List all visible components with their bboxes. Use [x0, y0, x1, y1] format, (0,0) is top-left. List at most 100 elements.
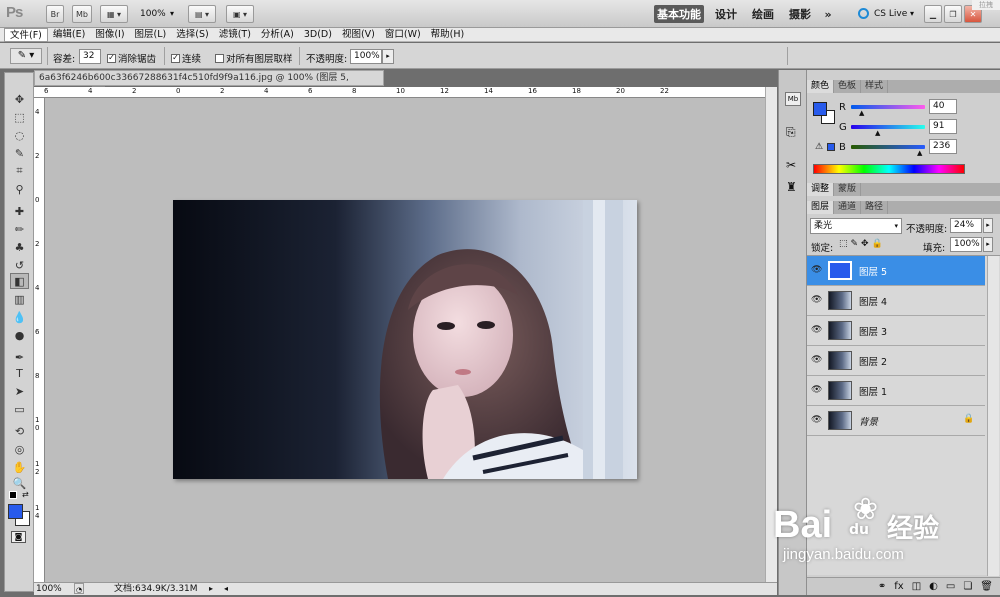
visibility-eye-icon[interactable]: 👁 [811, 265, 822, 276]
layer-row-3[interactable]: 👁 图层 3 [807, 316, 985, 346]
fill-input[interactable]: 100% [950, 237, 982, 252]
lock-icons[interactable]: ⬚✎✥🔒 [839, 239, 886, 249]
contiguous-checkbox[interactable]: ✓ [171, 53, 180, 63]
blur-tool-icon[interactable]: 💧 [10, 309, 29, 325]
shape-tool-icon[interactable]: ▭ [10, 401, 29, 417]
b-slider-handle-icon[interactable]: ▲ [917, 149, 922, 157]
layer-style-icon[interactable]: fx [894, 581, 903, 592]
layer-row-4[interactable]: 👁 图层 4 [807, 286, 985, 316]
document-tab[interactable]: 6a63f6246b600c33667288631f4c510fd9f9a116… [34, 70, 384, 97]
g-channel-slider[interactable] [851, 125, 925, 129]
hand-tool-icon[interactable]: ✋ [10, 459, 29, 475]
swap-colors-icon[interactable]: ⇄ [22, 490, 29, 499]
tab-channels[interactable]: 通道 [834, 201, 862, 214]
more-workspaces-button[interactable]: » [820, 5, 836, 23]
status-menu-icon[interactable]: ▸ [209, 583, 213, 595]
opacity-slider-toggle-icon[interactable]: ▸ [382, 49, 394, 64]
mini-bridge-panel-icon[interactable]: Mb [785, 92, 801, 106]
view-extras-button[interactable]: ▦ ▾ [100, 5, 128, 23]
sample-all-layers-checkbox[interactable] [215, 53, 224, 63]
menu-window[interactable]: 窗口(W) [380, 28, 426, 42]
menu-filter[interactable]: 滤镜(T) [214, 28, 256, 42]
adjustment-layer-icon[interactable]: ◐ [929, 581, 938, 592]
new-layer-icon[interactable]: ❏ [963, 581, 972, 592]
default-colors-icon[interactable] [9, 491, 17, 499]
layer-row-5[interactable]: 👁 图层 5 [807, 256, 985, 286]
cs-live-dropdown-icon[interactable]: ▾ [910, 9, 914, 18]
antialias-option[interactable]: ✓ 消除锯齿 [107, 51, 156, 65]
restore-button[interactable]: ❐ [944, 5, 962, 23]
visibility-eye-icon[interactable]: 👁 [811, 355, 822, 366]
layers-scrollbar[interactable] [987, 256, 999, 576]
visibility-eye-icon[interactable]: 👁 [811, 325, 822, 336]
tab-styles[interactable]: 样式 [861, 80, 889, 93]
tab-adjustments[interactable]: 调整 [807, 183, 835, 196]
b-channel-input[interactable]: 236 [929, 139, 957, 154]
layer-row-background[interactable]: 👁 背景 🔒 [807, 406, 985, 436]
gamut-color-swatch[interactable] [827, 143, 835, 151]
tab-paths[interactable]: 路径 [861, 201, 889, 214]
status-info-icon[interactable]: ◔ [74, 583, 84, 594]
visibility-eye-icon[interactable]: 👁 [811, 415, 822, 426]
zoom-level-display[interactable]: 100% [140, 9, 166, 19]
workspace-painting[interactable]: 绘画 [749, 5, 777, 23]
color-panel-foreground-swatch[interactable] [813, 102, 827, 116]
menu-layer[interactable]: 图层(L) [130, 28, 172, 42]
layer-opacity-input[interactable]: 24% [950, 218, 982, 233]
b-channel-slider[interactable] [851, 145, 925, 149]
workspace-essentials[interactable]: 基本功能 [654, 5, 704, 23]
type-tool-icon[interactable]: T [10, 365, 29, 381]
path-selection-tool-icon[interactable]: ➤ [10, 383, 29, 399]
tolerance-input[interactable]: 32 [79, 49, 101, 64]
foreground-color-swatch[interactable] [8, 504, 23, 519]
healing-brush-tool-icon[interactable]: ✚ [10, 203, 29, 219]
workspace-photography[interactable]: 摄影 [786, 5, 814, 23]
tab-layers[interactable]: 图层 [807, 201, 835, 214]
tool-preset-picker[interactable]: ✎ ▾ [10, 48, 42, 64]
r-channel-input[interactable]: 40 [929, 99, 957, 114]
scroll-left-icon[interactable]: ◂ [224, 583, 228, 595]
marquee-tool-icon[interactable]: ⬚ [10, 109, 29, 125]
clone-stamp-tool-icon[interactable]: ♣ [10, 239, 29, 255]
zoom-tool-icon[interactable]: 🔍 [10, 475, 29, 491]
mini-bridge-button[interactable]: Mb [72, 5, 92, 23]
eyedropper-tool-icon[interactable]: ⚲ [10, 181, 29, 197]
antialias-checkbox[interactable]: ✓ [107, 53, 116, 63]
tab-masks[interactable]: 蒙版 [834, 183, 862, 196]
delete-layer-icon[interactable]: 🗑 [980, 581, 993, 592]
document-image[interactable] [173, 200, 637, 479]
fill-slider-icon[interactable]: ▸ [983, 237, 993, 252]
zoom-dropdown-icon[interactable]: ▾ [170, 9, 174, 18]
3d-rotate-tool-icon[interactable]: ⟲ [10, 423, 29, 439]
dodge-tool-icon[interactable]: ● [10, 327, 29, 343]
out-of-gamut-warning-icon[interactable]: ⚠ [815, 142, 823, 152]
menu-view[interactable]: 视图(V) [337, 28, 380, 42]
lasso-tool-icon[interactable]: ◌ [10, 127, 29, 143]
quick-mask-icon[interactable]: ◙ [11, 531, 26, 543]
tab-swatches[interactable]: 色板 [834, 80, 862, 93]
arrange-documents-button[interactable]: ▤ ▾ [188, 5, 216, 23]
menu-file[interactable]: 文件(F) [4, 27, 48, 42]
menu-analysis[interactable]: 分析(A) [256, 28, 299, 42]
crop-tool-icon[interactable]: ⌗ [10, 163, 29, 179]
quick-selection-tool-icon[interactable]: ✎ [10, 145, 29, 161]
3d-orbit-tool-icon[interactable]: ◎ [10, 441, 29, 457]
menu-edit[interactable]: 编辑(E) [48, 28, 90, 42]
color-spectrum-ramp[interactable] [813, 164, 965, 174]
visibility-eye-icon[interactable]: 👁 [811, 295, 822, 306]
blend-mode-select[interactable]: 柔光 ▾ [810, 218, 902, 234]
history-panel-icon[interactable]: ⎘ [786, 125, 796, 140]
workspace-design[interactable]: 设计 [712, 5, 740, 23]
screen-mode-button[interactable]: ▣ ▾ [226, 5, 254, 23]
cs-live-label[interactable]: CS Live [874, 9, 907, 19]
contiguous-option[interactable]: ✓ 连续 [171, 51, 201, 65]
status-zoom[interactable]: 100% [36, 583, 62, 595]
history-brush-tool-icon[interactable]: ↺ [10, 257, 29, 273]
tool-presets-panel-icon[interactable]: ✂ [786, 158, 796, 172]
new-group-icon[interactable]: ▭ [946, 581, 955, 592]
opacity-input[interactable]: 100% [350, 49, 382, 64]
visibility-eye-icon[interactable]: 👁 [811, 385, 822, 396]
layer-row-1[interactable]: 👁 图层 1 [807, 376, 985, 406]
layer-opacity-slider-icon[interactable]: ▸ [983, 218, 993, 233]
bridge-button[interactable]: Br [46, 5, 64, 23]
